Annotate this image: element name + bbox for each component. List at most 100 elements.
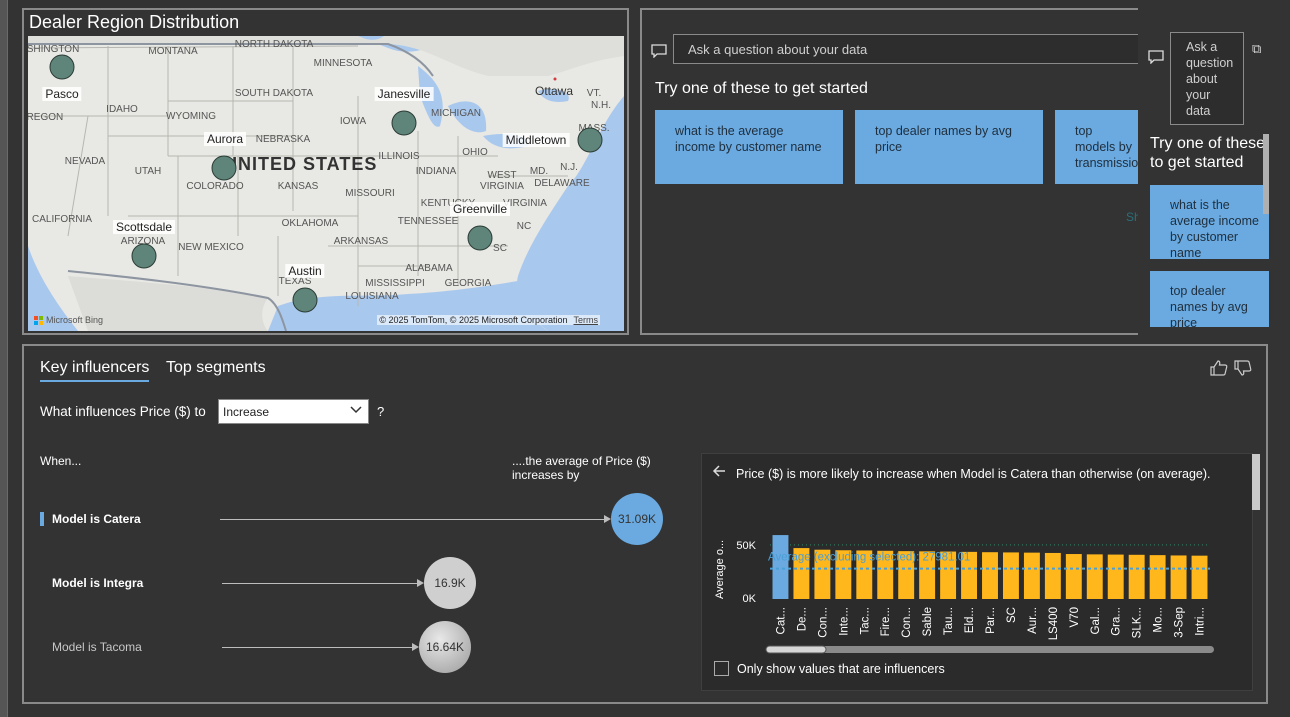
chart-bar (1191, 555, 1208, 599)
tab-top-segments[interactable]: Top segments (166, 359, 266, 380)
x-tick-label: De... (796, 607, 808, 631)
thumbs-up-icon[interactable] (1210, 360, 1228, 381)
city-label-greenville: Greenville (449, 202, 511, 216)
x-tick-label: Gal... (1090, 607, 1102, 634)
x-tick-label: Sable (922, 607, 934, 636)
qa-side-input[interactable]: Ask a question about your data (1170, 32, 1244, 125)
state-label: TENNESSEE (397, 216, 459, 227)
map-canvas[interactable]: UNITED STATES SHINGTON MONTANA NORTH DAK… (28, 36, 624, 331)
map-title: Dealer Region Distribution (29, 12, 240, 32)
state-label: OKLAHOMA (281, 218, 339, 229)
terms-link[interactable]: Terms (574, 315, 599, 325)
state-label: SHINGTON (28, 44, 80, 55)
state-label: IDAHO (106, 104, 138, 115)
increase-dropdown[interactable]: Increase (218, 399, 369, 424)
chart-bar (1107, 554, 1124, 599)
arrow-right-icon (604, 515, 611, 523)
tab-key-influencers[interactable]: Key influencers (40, 359, 150, 382)
x-tick-label: Aur... (1027, 607, 1039, 634)
x-tick-label: Tau... (943, 607, 955, 635)
map-copyright: © 2025 TomTom, © 2025 Microsoft Corporat… (377, 315, 600, 325)
question-mark: ? (377, 404, 385, 419)
x-tick-label: Par... (985, 607, 997, 634)
city-bubble-janesville[interactable] (391, 110, 417, 136)
y-tick-label: 50K (736, 540, 756, 552)
qa-try-title: Try one of these to get started (655, 80, 868, 97)
state-label: NEW MEXICO (178, 242, 244, 253)
city-bubble-greenville[interactable] (467, 225, 493, 251)
influencer-circle-tacoma[interactable]: 16.64K (419, 621, 471, 673)
qa-side-suggestion-2[interactable]: top dealer names by avg price (1150, 271, 1269, 327)
chevron-down-icon (350, 403, 362, 418)
chart-bar (1128, 554, 1145, 599)
chat-bubble-icon (651, 44, 667, 58)
influencer-label-integra[interactable]: Model is Integra (52, 576, 143, 590)
x-tick-label: Eld... (964, 607, 976, 633)
chart-bar (772, 535, 789, 599)
qa-suggestion-1[interactable]: what is the average income by customer n… (655, 110, 843, 184)
chart-bar (1170, 555, 1187, 599)
country-label: UNITED STATES (224, 154, 378, 174)
influencer-line (222, 583, 418, 584)
x-tick-label: Cat... (775, 607, 787, 634)
influencer-circle-integra[interactable]: 16.9K (424, 557, 476, 609)
state-label: UTAH (134, 166, 162, 177)
influence-question-label: What influences Price ($) to (40, 404, 206, 419)
x-tick-label: SLK... (1132, 607, 1144, 638)
state-label: DELAWARE (534, 178, 590, 189)
state-label: LOUISIANA (345, 291, 399, 302)
state-label: SOUTH DAKOTA (234, 88, 314, 99)
state-label: COLORADO (186, 181, 244, 192)
arrow-right-icon (417, 579, 424, 587)
chart-bar (1086, 554, 1103, 599)
thumbs-down-icon[interactable] (1234, 360, 1252, 381)
when-header: When... (40, 454, 82, 468)
chart-scrollbar-track (766, 646, 1214, 653)
state-label: GEORGIA (444, 278, 492, 289)
city-label-pasco: Pasco (42, 87, 82, 101)
state-label: MICHIGAN (431, 108, 481, 119)
city-bubble-aurora[interactable] (211, 155, 237, 181)
influencer-line (220, 519, 604, 520)
state-label: WEST VIRGINIA (480, 170, 524, 192)
influencers-only-toggle[interactable]: Only show values that are influencers (714, 661, 945, 676)
y-axis-title: Average o... (714, 540, 726, 599)
qa-visual[interactable]: Ask a question about your data Try one o… (640, 8, 1269, 336)
city-bubble-middletown[interactable] (577, 127, 603, 153)
qa-side-suggestion-1[interactable]: what is the average income by customer n… (1150, 185, 1269, 259)
influencer-line (222, 647, 412, 648)
city-label-aurora: Aurora (203, 132, 247, 146)
qa-side-try-title: Try one of these to get started (1150, 135, 1266, 171)
qa-suggestion-2[interactable]: top dealer names by avg price (855, 110, 1043, 184)
checkbox[interactable] (714, 661, 729, 676)
influencer-label-catera[interactable]: Model is Catera (52, 512, 141, 526)
state-label: NC (516, 221, 532, 232)
state-label: MISSISSIPPI (365, 278, 425, 289)
copy-icon[interactable]: ⧉ (1252, 41, 1261, 57)
chat-bubble-icon (1148, 50, 1164, 64)
city-bubble-austin[interactable] (292, 287, 318, 313)
scrollbar[interactable] (1263, 134, 1269, 214)
key-influencers-visual[interactable]: Key influencers Top segments What influe… (22, 344, 1268, 704)
state-label: VT. (586, 88, 602, 99)
qa-question-input[interactable]: Ask a question about your data (673, 34, 1153, 64)
state-label: ARKANSAS (333, 236, 389, 247)
state-label: ALABAMA (405, 263, 453, 274)
chart-bar (1023, 552, 1040, 599)
state-label: N.H. (591, 100, 611, 111)
arrow-right-icon (412, 643, 419, 651)
average-line-label: Average (excluding selected): 27981.01 (768, 552, 970, 564)
city-label-janesville: Janesville (374, 87, 434, 101)
x-tick-label: Intri... (1195, 607, 1207, 636)
influencer-circle-catera[interactable]: 31.09K (611, 493, 663, 545)
state-label: MD. (529, 166, 549, 177)
state-label: OREGON (28, 112, 64, 123)
state-label: NEBRASKA (255, 134, 311, 145)
city-bubble-scottsdale[interactable] (131, 243, 157, 269)
city-bubble-pasco[interactable] (49, 54, 75, 80)
x-tick-label: Con... (901, 607, 913, 638)
state-label: WYOMING (166, 111, 216, 122)
influencer-label-tacoma[interactable]: Model is Tacoma (52, 640, 142, 654)
left-edge-bar (0, 0, 8, 717)
map-visual[interactable]: Dealer Region Distribution UNITED STATES… (22, 8, 629, 335)
